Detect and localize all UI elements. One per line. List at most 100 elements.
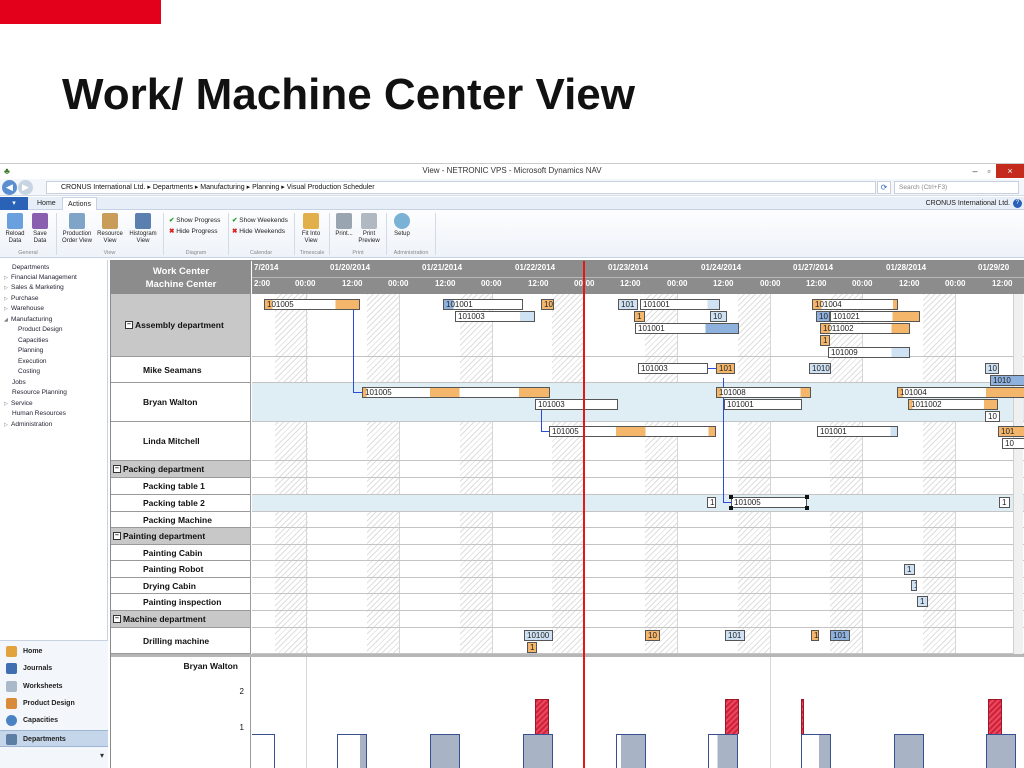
- collapse-icon[interactable]: –: [113, 615, 121, 623]
- minimize-button[interactable]: –: [968, 164, 982, 178]
- company-name[interactable]: CRONUS International Ltd.: [926, 197, 1010, 210]
- maximize-button[interactable]: ▫: [982, 164, 996, 178]
- operation-bar[interactable]: 10100: [524, 630, 553, 641]
- operation-bar[interactable]: 101: [618, 299, 638, 310]
- operation-bar[interactable]: 101005: [264, 299, 360, 310]
- operation-bar[interactable]: 10: [816, 311, 830, 322]
- operation-bar[interactable]: 101005: [362, 387, 550, 398]
- resize-handle[interactable]: [729, 495, 733, 499]
- operation-bar[interactable]: 1: [527, 642, 537, 653]
- operation-bar[interactable]: 101008: [716, 387, 811, 398]
- operation-bar[interactable]: 101: [725, 630, 745, 641]
- row-drying-cabin[interactable]: Drying Cabin: [111, 578, 251, 594]
- operation-bar[interactable]: 101003: [535, 399, 618, 410]
- hide-weekends-button[interactable]: ✖ Hide Weekends: [232, 227, 285, 236]
- nav-administration[interactable]: ▷ Administration: [4, 421, 52, 428]
- operation-bar[interactable]: 1011002: [820, 323, 910, 334]
- row-machine-department[interactable]: – Machine department: [111, 611, 251, 628]
- operation-bar[interactable]: 1: [820, 335, 830, 346]
- nav-planning[interactable]: Planning: [18, 347, 43, 354]
- setup-button[interactable]: Setup: [390, 213, 414, 238]
- operation-bar[interactable]: 10: [541, 299, 554, 310]
- capacity-histogram[interactable]: [252, 657, 1024, 768]
- operation-bar[interactable]: 101009: [828, 347, 910, 358]
- operation-bar[interactable]: 101001: [817, 426, 898, 437]
- operation-bar[interactable]: 1: [707, 497, 716, 508]
- operation-bar[interactable]: 101001: [724, 399, 802, 410]
- fit-into-view-button[interactable]: Fit Into View: [297, 213, 325, 245]
- print-button[interactable]: Print...: [333, 213, 355, 238]
- operation-bar[interactable]: 101005: [731, 497, 807, 508]
- search-input[interactable]: Search (Ctrl+F3): [894, 181, 1019, 194]
- nav-jobs[interactable]: Jobs: [12, 379, 26, 386]
- operation-bar[interactable]: 1010: [809, 363, 831, 374]
- nav-button-worksheets[interactable]: Worksheets: [0, 678, 108, 695]
- operation-bar[interactable]: 10: [710, 311, 727, 322]
- tab-home[interactable]: Home: [32, 197, 61, 210]
- show-weekends-button[interactable]: ✔ Show Weekends: [232, 216, 288, 225]
- hide-progress-button[interactable]: ✖ Hide Progress: [169, 227, 217, 236]
- row-linda-mitchell[interactable]: Linda Mitchell: [111, 422, 251, 461]
- operation-bar[interactable]: 1: [911, 580, 917, 591]
- operation-bar[interactable]: 1: [999, 497, 1010, 508]
- operation-bar[interactable]: 10: [645, 630, 660, 641]
- resize-handle[interactable]: [805, 495, 809, 499]
- nav-capacities[interactable]: Capacities: [18, 337, 48, 344]
- nav-product-design[interactable]: Product Design: [18, 326, 62, 333]
- close-button[interactable]: ×: [996, 164, 1024, 178]
- nav-costing[interactable]: Costing: [18, 368, 40, 375]
- nav-warehouse[interactable]: ▷ Warehouse: [4, 305, 44, 312]
- operation-bar[interactable]: 101004: [897, 387, 1024, 398]
- nav-button-product-design[interactable]: Product Design: [0, 695, 108, 712]
- breadcrumb[interactable]: CRONUS International Ltd. ▸ Departments …: [46, 181, 876, 194]
- operation-bar[interactable]: 101001: [443, 299, 523, 310]
- row-mike-seamans[interactable]: Mike Seamans: [111, 357, 251, 383]
- back-icon[interactable]: ◀: [2, 180, 17, 195]
- row-packing-department[interactable]: – Packing department: [111, 461, 251, 478]
- nav-purchase[interactable]: ▷ Purchase: [4, 295, 38, 302]
- gantt-area[interactable]: 101005 101001 101003 10 101 101001 1 10 …: [252, 294, 1024, 654]
- operation-bar[interactable]: 101021: [830, 311, 920, 322]
- operation-bar[interactable]: 1: [634, 311, 645, 322]
- resize-handle[interactable]: [805, 506, 809, 510]
- resource-view-button[interactable]: Resource View: [96, 213, 124, 245]
- row-painting-cabin[interactable]: Painting Cabin: [111, 545, 251, 561]
- operation-bar[interactable]: 10: [985, 411, 1000, 422]
- nav-button-departments[interactable]: Departments: [0, 730, 108, 747]
- nav-button-home[interactable]: Home: [0, 643, 108, 660]
- row-painting-inspection[interactable]: Painting inspection: [111, 594, 251, 611]
- show-progress-button[interactable]: ✔ Show Progress: [169, 216, 220, 225]
- operation-bar[interactable]: 101004: [812, 299, 898, 310]
- nav-button-journals[interactable]: Journals: [0, 660, 108, 677]
- nav-sales-marketing[interactable]: ▷ Sales & Marketing: [4, 284, 64, 291]
- operation-bar[interactable]: 1: [811, 630, 819, 641]
- forward-icon[interactable]: ▶: [18, 180, 33, 195]
- collapse-icon[interactable]: –: [113, 465, 121, 473]
- row-painting-department[interactable]: – Painting department: [111, 528, 251, 545]
- operation-bar[interactable]: 1010: [990, 375, 1024, 386]
- collapse-icon[interactable]: –: [125, 321, 133, 329]
- configure-buttons-icon[interactable]: ▾: [100, 751, 104, 760]
- tab-actions[interactable]: Actions: [62, 197, 97, 210]
- row-painting-robot[interactable]: Painting Robot: [111, 561, 251, 578]
- operation-bar[interactable]: 1: [904, 564, 915, 575]
- nav-departments[interactable]: Departments: [12, 264, 49, 271]
- production-order-view-button[interactable]: Production Order View: [59, 213, 95, 245]
- row-packing-table-1[interactable]: Packing table 1: [111, 478, 251, 495]
- row-packing-machine[interactable]: Packing Machine: [111, 512, 251, 528]
- nav-manufacturing[interactable]: ◢ Manufacturing: [4, 316, 52, 323]
- operation-bar[interactable]: 1011002: [908, 399, 998, 410]
- collapse-icon[interactable]: –: [113, 532, 121, 540]
- save-data-button[interactable]: Save Data: [28, 213, 52, 245]
- nav-button-capacities[interactable]: Capacities: [0, 712, 108, 729]
- print-preview-button[interactable]: Print Preview: [356, 213, 382, 245]
- operation-bar[interactable]: 10: [1002, 438, 1024, 449]
- operation-bar[interactable]: 101003: [638, 363, 708, 374]
- refresh-icon[interactable]: ⟳: [877, 181, 891, 194]
- nav-human-resources[interactable]: Human Resources: [12, 410, 66, 417]
- row-bryan-walton[interactable]: Bryan Walton: [111, 383, 251, 422]
- row-assembly-department[interactable]: – Assembly department: [111, 294, 251, 357]
- operation-bar[interactable]: 101: [830, 630, 850, 641]
- reload-data-button[interactable]: Reload Data: [3, 213, 27, 245]
- operation-bar[interactable]: 101: [716, 363, 735, 374]
